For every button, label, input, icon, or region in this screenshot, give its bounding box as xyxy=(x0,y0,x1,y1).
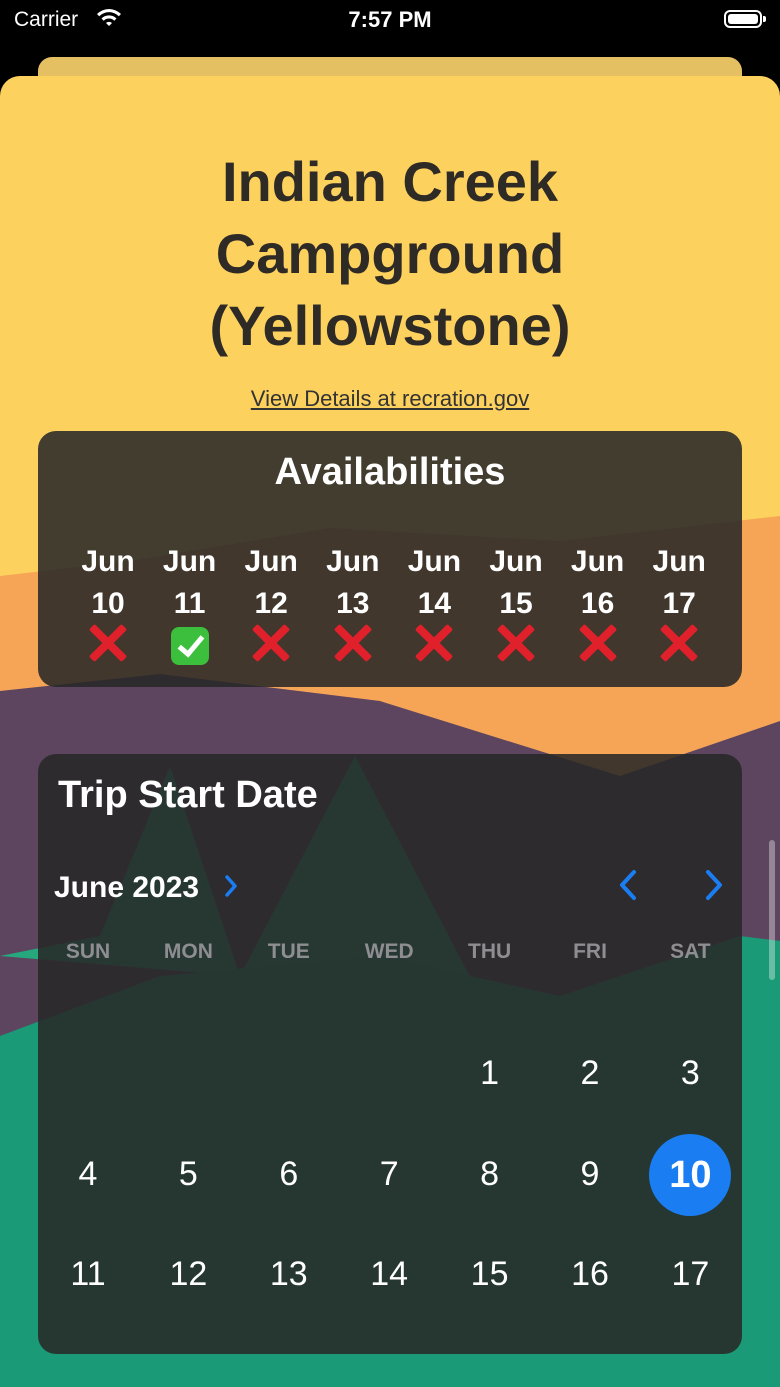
availability-day: Jun 14 xyxy=(394,541,474,625)
availability-date: 12 xyxy=(254,587,288,620)
weekday-label: TUE xyxy=(267,940,310,963)
calendar-day-number: 15 xyxy=(470,1255,509,1293)
calendar-day-number: 10 xyxy=(649,1133,732,1216)
calendar-day-number: 4 xyxy=(78,1154,98,1193)
calendar-day-number: 7 xyxy=(379,1154,399,1193)
availability-month: Jun xyxy=(81,545,135,578)
availability-date: 13 xyxy=(336,587,370,620)
calendar-day[interactable]: 17 xyxy=(640,1255,740,1294)
calendar-day[interactable]: 11 xyxy=(38,1255,138,1294)
availability-day: Jun 13 xyxy=(313,541,393,625)
campground-title: Indian Creek Campground (Yellowstone) xyxy=(209,150,571,357)
calendar-day[interactable]: 13 xyxy=(239,1255,339,1294)
calendar-day-number: 12 xyxy=(169,1255,208,1293)
calendar-day-number: 13 xyxy=(269,1255,308,1293)
calendar-day-number: 5 xyxy=(178,1154,198,1193)
availability-day: Jun 15 xyxy=(476,541,556,625)
calendar-day-number: 3 xyxy=(680,1054,700,1092)
availability-day: Jun 11 xyxy=(150,541,230,625)
weekday-label: THU xyxy=(468,940,512,963)
availability-day: Jun 12 xyxy=(231,541,311,625)
status-bar: Carrier 7:57 PM xyxy=(0,0,780,44)
calendar-day[interactable]: 2 xyxy=(540,1054,640,1093)
availability-date: 15 xyxy=(499,587,533,620)
availability-day: Jun 10 xyxy=(68,541,148,625)
trip-start-title: Trip Start Date xyxy=(58,774,318,816)
calendar-day-number: 2 xyxy=(580,1054,600,1092)
previous-month-button[interactable] xyxy=(614,867,644,903)
calendar-day[interactable]: 9 xyxy=(540,1155,640,1194)
calendar-day-selected[interactable]: 10 xyxy=(640,1133,740,1216)
weekday-label: MON xyxy=(163,940,213,963)
availability-month: Jun xyxy=(407,545,462,578)
calendar-day[interactable]: 1 xyxy=(440,1054,540,1093)
calendar-day[interactable]: 5 xyxy=(138,1155,238,1194)
view-details-link[interactable]: View Details at recration.gov xyxy=(0,386,780,412)
unavailable-x-icon xyxy=(657,621,701,665)
calendar-day-number: 9 xyxy=(580,1154,600,1193)
calendar-day[interactable]: 12 xyxy=(138,1255,238,1294)
status-time: 7:57 PM xyxy=(348,7,432,32)
calendar-day[interactable]: 14 xyxy=(339,1255,439,1294)
chevron-right-icon[interactable] xyxy=(224,874,238,898)
next-month-button[interactable] xyxy=(698,867,728,903)
weekday-label: SAT xyxy=(670,940,711,963)
calendar-day-number: 14 xyxy=(370,1255,409,1293)
calendar-day-number: 6 xyxy=(279,1154,299,1193)
month-year-label[interactable]: June 2023 xyxy=(54,871,199,905)
availabilities-title: Availabilities xyxy=(274,451,506,493)
calendar-day[interactable]: 16 xyxy=(540,1255,640,1294)
weekday-label: WED xyxy=(364,940,414,963)
scroll-indicator[interactable] xyxy=(769,840,775,980)
battery-icon xyxy=(724,10,766,28)
availability-date: 10 xyxy=(91,587,125,620)
availability-month: Jun xyxy=(489,545,543,578)
unavailable-x-icon xyxy=(331,621,375,665)
unavailable-x-icon xyxy=(249,621,293,665)
availability-month: Jun xyxy=(244,545,298,578)
availability-month: Jun xyxy=(570,545,625,578)
availability-day: Jun 16 xyxy=(558,541,638,625)
calendar-day[interactable]: 15 xyxy=(440,1255,540,1294)
trip-start-card: Trip Start Date June 2023 SUN MON TUE WED TH… xyxy=(38,754,742,1354)
calendar-day[interactable]: 4 xyxy=(38,1155,138,1194)
calendar-day-number: 1 xyxy=(480,1054,500,1092)
unavailable-x-icon xyxy=(412,621,456,665)
availability-date: 16 xyxy=(580,587,615,620)
availability-month: Jun xyxy=(326,545,380,578)
unavailable-x-icon xyxy=(86,621,130,665)
availability-day: Jun 17 xyxy=(639,541,719,625)
available-check-icon xyxy=(170,627,209,665)
availability-month: Jun xyxy=(652,545,706,578)
calendar-day[interactable]: 7 xyxy=(339,1155,439,1194)
weekday-label: SUN xyxy=(65,940,111,963)
calendar-day[interactable]: 8 xyxy=(440,1155,540,1194)
calendar-day[interactable]: 6 xyxy=(239,1155,339,1194)
unavailable-x-icon xyxy=(576,621,620,665)
calendar-day[interactable]: 3 xyxy=(640,1054,740,1093)
unavailable-x-icon xyxy=(494,621,538,665)
availability-month: Jun xyxy=(162,545,217,578)
weekday-label: FRI xyxy=(573,940,607,963)
availability-date: 11 xyxy=(173,587,206,620)
availabilities-card: Availabilities Jun 10 Jun 11 Jun 12 Jun 13 Jun 14… xyxy=(38,431,742,687)
availability-date: 17 xyxy=(662,587,696,620)
calendar-day-number: 8 xyxy=(480,1154,500,1193)
availability-date: 14 xyxy=(417,587,452,620)
calendar-day-number: 17 xyxy=(671,1255,710,1293)
calendar-day-number: 16 xyxy=(571,1255,609,1293)
calendar-day-number: 11 xyxy=(70,1255,106,1293)
